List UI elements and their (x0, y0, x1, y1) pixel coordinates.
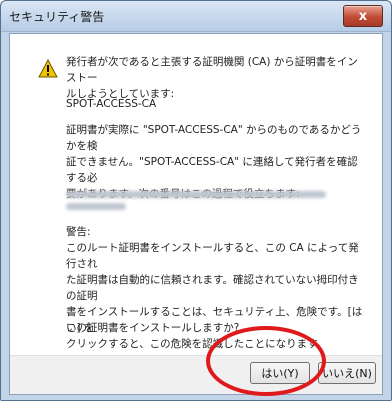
install-message: 発行者が次であると主張する証明機関 (CA) から証明書をインストー ルしようと… (66, 56, 358, 100)
yes-button[interactable]: はい(Y) (250, 362, 310, 384)
dialog-title: セキュリティ警告 (9, 10, 105, 24)
no-button[interactable]: いいえ(N) (318, 362, 376, 384)
close-icon: x (358, 8, 368, 24)
install-question: この証明書をインストールしますか? (66, 322, 240, 334)
security-warning-dialog: セキュリティ警告 x 発行者が次であると主張する証明機関 (CA) から証明書を… (0, 0, 392, 401)
close-button[interactable]: x (343, 5, 383, 27)
ca-name: SPOT-ACCESS-CA (66, 98, 157, 110)
thumbprint-blurred (66, 186, 336, 215)
title-bar[interactable]: セキュリティ警告 x (1, 1, 391, 32)
dialog-content: 発行者が次であると主張する証明機関 (CA) から証明書をインストー ルしようと… (9, 33, 383, 395)
warning-icon (38, 59, 58, 78)
warning-heading: 警告: (66, 226, 91, 238)
button-bar: はい(Y) いいえ(N) (10, 355, 382, 394)
